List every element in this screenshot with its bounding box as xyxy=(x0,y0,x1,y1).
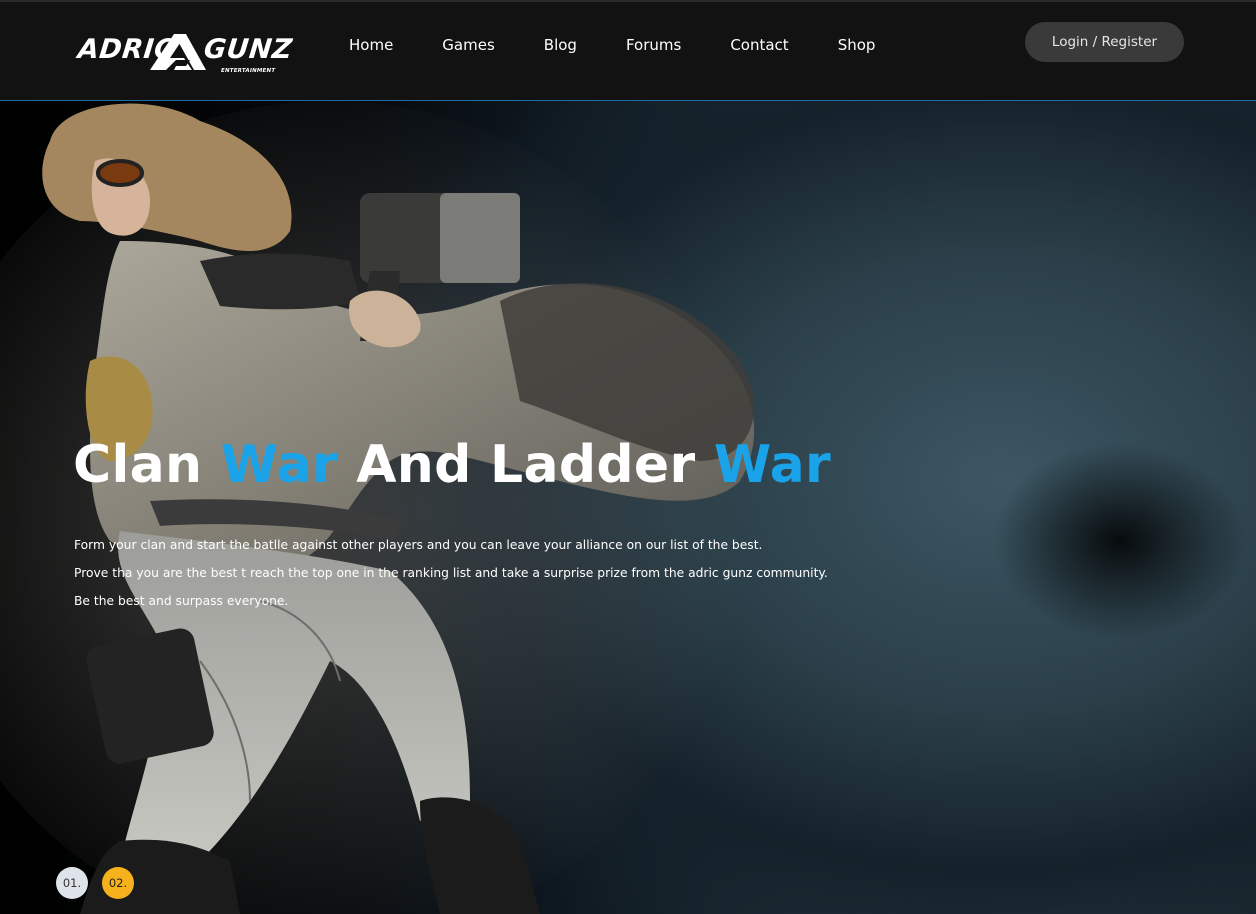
hero-description-line-3: Be the best and surpass everyone. xyxy=(74,594,289,608)
nav-blog[interactable]: Blog xyxy=(544,34,577,56)
hero-title-part-1: Clan xyxy=(73,435,221,495)
page: ADRIC GUNZ ENTERTAINMENT Home Games Blog… xyxy=(0,0,1256,914)
hero-description-line-2: Prove tha you are the best t reach the t… xyxy=(74,566,828,580)
site-logo[interactable]: ADRIC GUNZ ENTERTAINMENT xyxy=(76,30,294,76)
slide-pagination: 01. 02. xyxy=(56,867,148,899)
nav-contact[interactable]: Contact xyxy=(730,34,788,56)
hero-title-part-2: And Ladder xyxy=(337,435,714,495)
main-navigation: Home Games Blog Forums Contact Shop xyxy=(349,34,875,56)
nav-forums[interactable]: Forums xyxy=(626,34,681,56)
hero-description-line-1: Form your clan and start the batlle agai… xyxy=(74,538,763,552)
hero-slider: Clan War And Ladder War Form your clan a… xyxy=(0,101,1256,914)
hero-title-accent-2: War xyxy=(713,435,831,495)
hero-title-accent-1: War xyxy=(220,435,338,495)
slide-indicator-2[interactable]: 02. xyxy=(102,867,134,899)
character-artwork xyxy=(0,101,755,914)
logo-subtitle: ENTERTAINMENT xyxy=(221,68,276,74)
hero-title: Clan War And Ladder War xyxy=(73,430,831,500)
nav-home[interactable]: Home xyxy=(349,34,393,56)
nav-games[interactable]: Games xyxy=(442,34,494,56)
slide-indicator-1[interactable]: 01. xyxy=(56,867,88,899)
nav-shop[interactable]: Shop xyxy=(838,34,876,56)
logo-text-right: GUNZ xyxy=(202,34,294,65)
hero-description: Form your clan and start the batlle agai… xyxy=(74,531,828,615)
logo-a-mark-icon xyxy=(150,34,206,70)
login-register-button[interactable]: Login / Register xyxy=(1025,22,1184,62)
top-navigation-bar: ADRIC GUNZ ENTERTAINMENT Home Games Blog… xyxy=(0,0,1256,101)
